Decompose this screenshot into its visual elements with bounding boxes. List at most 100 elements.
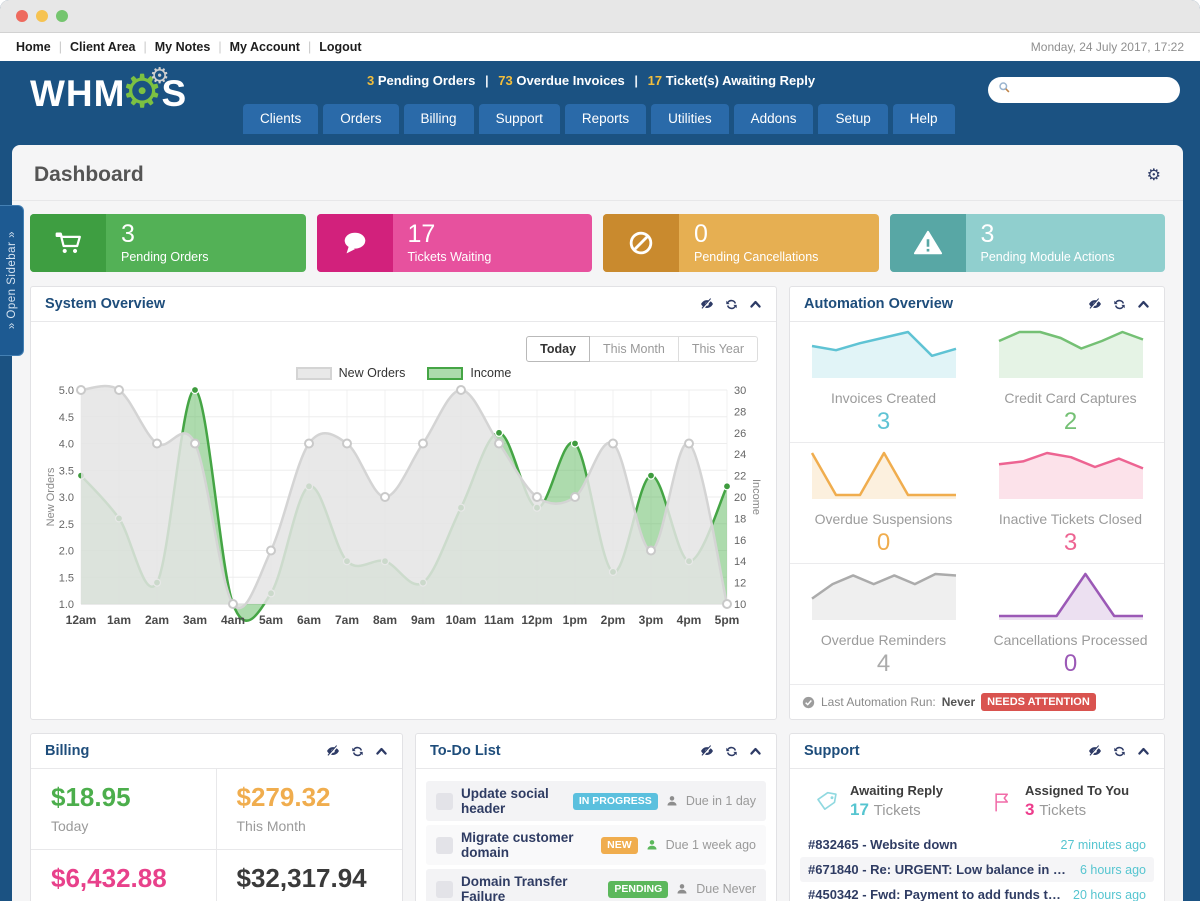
utility-link-logout[interactable]: Logout [319,40,361,54]
refresh-icon[interactable] [725,745,738,758]
automation-footer: Last Automation Run: Never NEEDS ATTENTI… [790,684,1164,719]
panel-title: Billing [45,743,89,759]
billing-cell-today[interactable]: $18.95 Today [31,769,217,850]
assigned-to-you-stat[interactable]: Assigned To You 3 Tickets [977,783,1154,820]
stat-body: 3 Pending Orders [106,214,306,272]
refresh-icon[interactable] [1113,745,1126,758]
collapse-icon[interactable] [749,745,762,758]
nav-tab-support[interactable]: Support [479,104,560,134]
utility-link-my-notes[interactable]: My Notes [155,40,211,54]
ticket-row[interactable]: #832465 - Website down 27 minutes ago [800,832,1154,857]
billing-amount: $279.32 [237,782,383,813]
todo-due: Due in 1 day [686,794,756,808]
automation-cell-inactive-tickets-closed[interactable]: Inactive Tickets Closed 3 [977,443,1164,563]
whmcs-logo[interactable]: WHM⚙⚙S [30,70,187,118]
credit-card-captures-sparkline [996,328,1146,387]
maximize-window-button[interactable] [56,10,68,22]
refresh-icon[interactable] [1113,298,1126,311]
hide-icon[interactable] [1088,297,1102,311]
minimize-window-button[interactable] [36,10,48,22]
billing-label: This Month [237,818,383,834]
main-nav: Clients Orders Billing Support Reports U… [243,104,955,134]
person-icon [676,883,688,895]
svg-text:3am: 3am [183,613,207,627]
overdue-suspensions-sparkline [809,449,959,508]
ticket-subject[interactable]: #832465 - Website down [808,837,957,852]
nav-tab-utilities[interactable]: Utilities [651,104,729,134]
automation-cell-invoices-created[interactable]: Invoices Created 3 [790,322,977,442]
stat-card-pending-module-actions[interactable]: 3 Pending Module Actions [890,214,1166,272]
hide-icon[interactable] [1088,744,1102,758]
utility-link-home[interactable]: Home [16,40,51,54]
search-input[interactable] [1017,82,1197,99]
nav-tab-setup[interactable]: Setup [818,104,887,134]
refresh-icon[interactable] [725,298,738,311]
todo-item[interactable]: Migrate customer domain NEW Due 1 week a… [426,825,766,865]
needs-attention-badge[interactable]: NEEDS ATTENTION [981,693,1096,711]
automation-cell-cancellations-processed[interactable]: Cancellations Processed 0 [977,564,1164,684]
nav-tab-help[interactable]: Help [893,104,955,134]
refresh-icon[interactable] [351,745,364,758]
todo-item[interactable]: Domain Transfer Failure PENDING Due Neve… [426,869,766,901]
collapse-icon[interactable] [1137,298,1150,311]
todo-checkbox[interactable] [436,793,453,810]
separator: | [218,40,221,54]
todo-checkbox[interactable] [436,837,453,854]
separator: | [485,73,489,88]
dashboard-card: Dashboard ⚙ 3 Pending Orders [12,145,1183,901]
pending-orders-count[interactable]: 3 [367,73,374,88]
nav-tab-orders[interactable]: Orders [323,104,398,134]
tab-this-month[interactable]: This Month [589,336,679,362]
svg-text:2.5: 2.5 [59,519,74,531]
todo-due: Due Never [696,882,756,896]
collapse-icon[interactable] [1137,745,1150,758]
stat-card-pending-orders[interactable]: 3 Pending Orders [30,214,306,272]
nav-tab-clients[interactable]: Clients [243,104,318,134]
overdue-invoices-count[interactable]: 73 [498,73,512,88]
billing-amount: $32,317.94 [237,863,383,894]
awaiting-reply-stat[interactable]: Awaiting Reply 17 Tickets [800,783,977,820]
dashboard-settings-gear-icon[interactable]: ⚙ [1147,165,1161,185]
automation-cell-credit-card-captures[interactable]: Credit Card Captures 2 [977,322,1164,442]
pending-orders-label[interactable]: Pending Orders [378,73,476,88]
billing-cell-this-year[interactable]: $6,432.88 This Year [31,850,217,901]
system-overview-chart[interactable]: 5.04.54.03.53.02.52.01.51.03028262422201… [39,382,765,634]
nav-tab-billing[interactable]: Billing [404,104,474,134]
billing-cell-all-time[interactable]: $32,317.94 All Time [217,850,403,901]
todo-item[interactable]: Update social header IN PROGRESS Due in … [426,781,766,821]
collapse-icon[interactable] [749,298,762,311]
stat-card-tickets-waiting[interactable]: 17 Tickets Waiting [317,214,593,272]
hide-icon[interactable] [700,297,714,311]
close-window-button[interactable] [16,10,28,22]
nav-tab-reports[interactable]: Reports [565,104,646,134]
tab-today[interactable]: Today [526,336,590,362]
panel-header: Support [790,734,1164,769]
nav-tab-addons[interactable]: Addons [734,104,814,134]
ticket-subject[interactable]: #671840 - Re: URGENT: Low balance in you… [808,862,1072,877]
billing-cell-this-month[interactable]: $279.32 This Month [217,769,403,850]
stat-value: 3 [981,221,1166,249]
search-box[interactable] [988,77,1180,103]
collapse-icon[interactable] [375,745,388,758]
utility-link-client-area[interactable]: Client Area [70,40,136,54]
tab-this-year[interactable]: This Year [678,336,758,362]
overdue-invoices-label[interactable]: Overdue Invoices [516,73,624,88]
ticket-row[interactable]: #671840 - Re: URGENT: Low balance in you… [800,857,1154,882]
tickets-awaiting-label[interactable]: Ticket(s) Awaiting Reply [666,73,815,88]
open-sidebar-tab[interactable]: » Open Sidebar » [0,205,24,356]
todo-checkbox[interactable] [436,881,453,898]
stat-card-pending-cancellations[interactable]: 0 Pending Cancellations [603,214,879,272]
ticket-subject[interactable]: #450342 - Fwd: Payment to add funds to R… [808,887,1065,901]
tag-icon [814,789,840,815]
hide-icon[interactable] [700,744,714,758]
utility-link-my-account[interactable]: My Account [230,40,300,54]
billing-grid: $18.95 Today $279.32 This Month $6,432.8… [31,769,402,901]
tickets-awaiting-count[interactable]: 17 [648,73,662,88]
hide-icon[interactable] [326,744,340,758]
person-icon [666,795,678,807]
ticket-row[interactable]: #450342 - Fwd: Payment to add funds to R… [800,882,1154,901]
automation-cell-overdue-reminders[interactable]: Overdue Reminders 4 [790,564,977,684]
automation-cell-overdue-suspensions[interactable]: Overdue Suspensions 0 [790,443,977,563]
todo-task: Domain Transfer Failure [461,874,600,901]
cart-icon [30,214,106,272]
